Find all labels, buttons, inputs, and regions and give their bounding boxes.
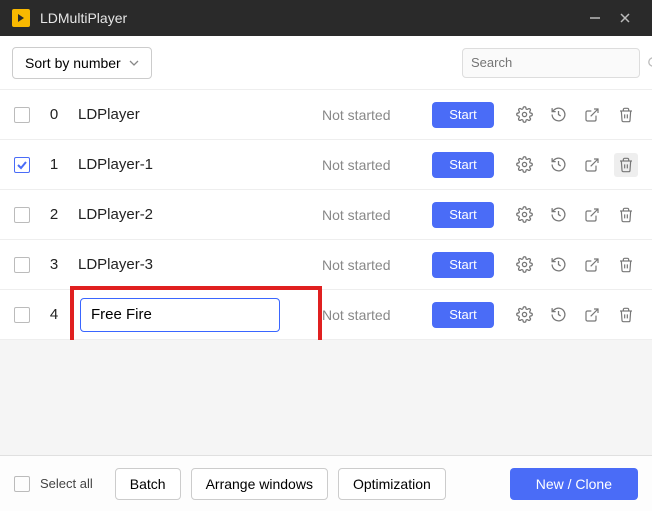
- settings-icon[interactable]: [512, 103, 536, 127]
- row-actions: [512, 103, 638, 127]
- open-external-icon[interactable]: [580, 303, 604, 327]
- optimization-button[interactable]: Optimization: [338, 468, 446, 500]
- start-button[interactable]: Start: [432, 152, 494, 178]
- delete-icon[interactable]: [614, 203, 638, 227]
- open-external-icon[interactable]: [580, 153, 604, 177]
- settings-icon[interactable]: [512, 253, 536, 277]
- minimize-button[interactable]: [580, 0, 610, 36]
- open-external-icon[interactable]: [580, 253, 604, 277]
- row-index: 0: [44, 106, 64, 123]
- footer-bar: Select all Batch Arrange windows Optimiz…: [0, 455, 652, 511]
- row-checkbox[interactable]: [14, 307, 30, 323]
- row-actions: [512, 303, 638, 327]
- delete-icon[interactable]: [614, 103, 638, 127]
- sort-label: Sort by number: [25, 55, 121, 71]
- history-icon[interactable]: [546, 203, 570, 227]
- start-button[interactable]: Start: [432, 302, 494, 328]
- settings-icon[interactable]: [512, 303, 536, 327]
- instance-name[interactable]: LDPlayer-1: [78, 156, 322, 173]
- table-row: 1 LDPlayer-1Not startedStart: [0, 140, 652, 190]
- row-checkbox[interactable]: [14, 157, 30, 173]
- history-icon[interactable]: [546, 253, 570, 277]
- row-checkbox[interactable]: [14, 257, 30, 273]
- arrange-windows-button[interactable]: Arrange windows: [191, 468, 328, 500]
- status-text: Not started: [322, 207, 432, 223]
- window-title: LDMultiPlayer: [40, 10, 580, 26]
- status-text: Not started: [322, 107, 432, 123]
- new-clone-button[interactable]: New / Clone: [510, 468, 638, 500]
- instance-name[interactable]: LDPlayer-3: [78, 256, 322, 273]
- row-actions: [512, 253, 638, 277]
- row-index: 2: [44, 206, 64, 223]
- start-button[interactable]: Start: [432, 252, 494, 278]
- select-all-checkbox[interactable]: [14, 476, 30, 492]
- status-text: Not started: [322, 257, 432, 273]
- instance-name[interactable]: LDPlayer-2: [78, 206, 322, 223]
- titlebar: LDMultiPlayer: [0, 0, 652, 36]
- status-text: Not started: [322, 307, 432, 323]
- open-external-icon[interactable]: [580, 203, 604, 227]
- table-row: 0 LDPlayerNot startedStart: [0, 90, 652, 140]
- chevron-down-icon: [129, 58, 139, 68]
- app-logo-icon: [12, 9, 30, 27]
- row-index: 3: [44, 256, 64, 273]
- status-text: Not started: [322, 157, 432, 173]
- row-actions: [512, 153, 638, 177]
- search-icon: [647, 56, 652, 70]
- open-external-icon[interactable]: [580, 103, 604, 127]
- start-button[interactable]: Start: [432, 202, 494, 228]
- instance-name[interactable]: LDPlayer: [78, 106, 322, 123]
- row-index: 4: [44, 306, 64, 323]
- empty-area: [0, 340, 652, 455]
- start-button[interactable]: Start: [432, 102, 494, 128]
- batch-button[interactable]: Batch: [115, 468, 181, 500]
- settings-icon[interactable]: [512, 153, 536, 177]
- instance-list: 0LDPlayerNot startedStart1LDPlayer-1Not …: [0, 90, 652, 340]
- sort-dropdown[interactable]: Sort by number: [12, 47, 152, 79]
- history-icon[interactable]: [546, 303, 570, 327]
- table-row: 3 LDPlayer-3Not startedStart: [0, 240, 652, 290]
- delete-icon[interactable]: [614, 253, 638, 277]
- row-checkbox[interactable]: [14, 107, 30, 123]
- close-button[interactable]: [610, 0, 640, 36]
- rename-highlight: [70, 286, 322, 344]
- select-all-label: Select all: [40, 476, 93, 491]
- history-icon[interactable]: [546, 103, 570, 127]
- toolbar: Sort by number: [0, 36, 652, 90]
- search-input[interactable]: [471, 55, 647, 70]
- row-index: 1: [44, 156, 64, 173]
- table-row: 2 LDPlayer-2Not startedStart: [0, 190, 652, 240]
- table-row: 4 Not startedStart: [0, 290, 652, 340]
- search-box[interactable]: [462, 48, 640, 78]
- history-icon[interactable]: [546, 153, 570, 177]
- delete-icon[interactable]: [614, 303, 638, 327]
- settings-icon[interactable]: [512, 203, 536, 227]
- rename-input[interactable]: [80, 298, 280, 332]
- row-actions: [512, 203, 638, 227]
- delete-icon[interactable]: [614, 153, 638, 177]
- row-checkbox[interactable]: [14, 207, 30, 223]
